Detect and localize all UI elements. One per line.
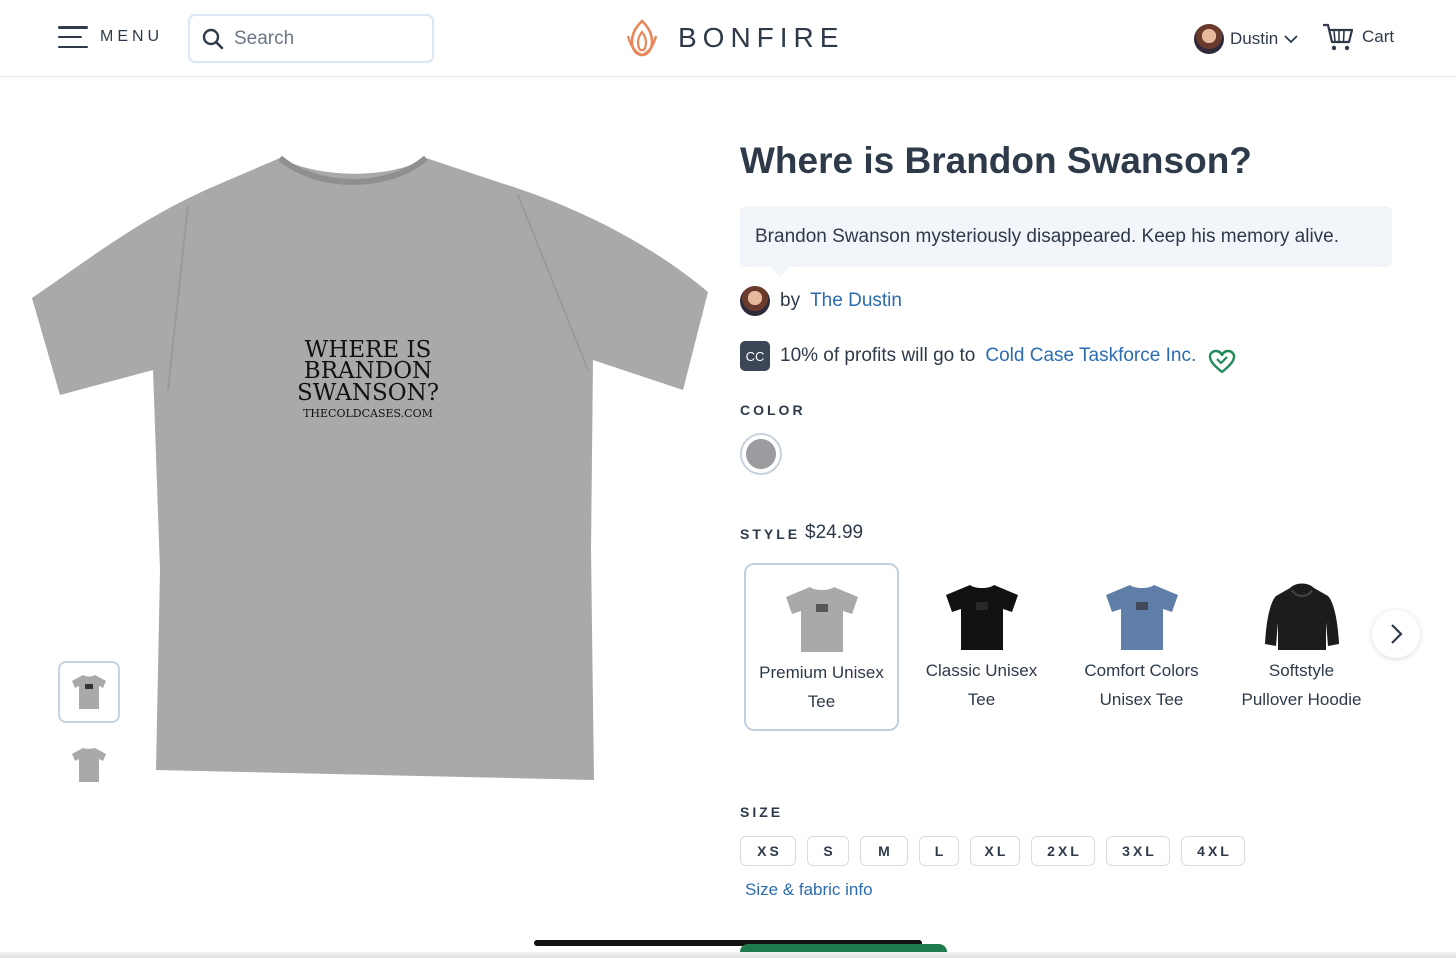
charity-badge: CC: [740, 341, 770, 371]
thumbnail-back-image: [72, 748, 106, 782]
size-option-l[interactable]: L: [919, 836, 959, 866]
creator-link[interactable]: The Dustin: [810, 290, 902, 312]
size-option-2xl[interactable]: 2XL: [1031, 836, 1095, 866]
style-option-3[interactable]: Softstyle Pullover Hoodie: [1224, 563, 1379, 731]
tshirt-shape: [32, 158, 708, 780]
style-option-name: Comfort Colors Unisex Tee: [1084, 661, 1199, 709]
bonfire-logo[interactable]: BONFIRE: [624, 18, 844, 58]
cart-label: Cart: [1362, 27, 1395, 46]
size-option-xs[interactable]: XS: [740, 836, 796, 866]
shirt-print-line4: THECOLDCASES.COM: [303, 407, 433, 420]
cart-button[interactable]: Cart: [1322, 22, 1394, 52]
user-name: Dustin: [1230, 29, 1279, 48]
charity-row: CC 10% of profits will go to Cold Case T…: [740, 337, 1236, 375]
creator-row: by The Dustin: [740, 286, 902, 316]
product-title: Where is Brandon Swanson?: [740, 140, 1252, 181]
style-option-2[interactable]: Comfort Colors Unisex Tee: [1064, 563, 1219, 731]
style-option-0[interactable]: Premium Unisex Tee: [744, 563, 899, 731]
brand-name: BONFIRE: [678, 22, 845, 53]
style-option-name: Classic Unisex Tee: [925, 661, 1038, 709]
size-option-s[interactable]: S: [807, 836, 849, 866]
hamburger-icon: [58, 26, 88, 48]
size-label: SIZE: [740, 804, 784, 820]
by-prefix: by: [780, 290, 801, 311]
thumbnail-front[interactable]: [58, 661, 120, 723]
style-option-1[interactable]: Classic Unisex Tee: [904, 563, 1059, 731]
style-option-name: Softstyle Pullover Hoodie: [1241, 661, 1362, 709]
search-box[interactable]: [188, 14, 434, 63]
avatar: [1194, 24, 1224, 54]
chevron-right-icon: [1391, 624, 1403, 644]
creator-avatar[interactable]: [740, 286, 770, 316]
search-icon: [202, 28, 224, 49]
tee-image: [1102, 581, 1182, 653]
shirt-print-line3: SWANSON?: [297, 380, 439, 406]
style-label: STYLE: [740, 526, 801, 542]
size-option-xl[interactable]: XL: [970, 836, 1020, 866]
hoodie-image: [1262, 581, 1342, 653]
description-text: Brandon Swanson mysteriously disappeared…: [755, 225, 1340, 247]
thumbnail-front-image: [72, 675, 106, 709]
user-menu[interactable]: Dustin: [1194, 24, 1298, 54]
cart-icon: [1323, 23, 1354, 51]
search-input[interactable]: [234, 27, 414, 50]
menu-label: MENU: [100, 28, 164, 45]
size-fabric-info-link[interactable]: Size & fabric info: [745, 880, 873, 900]
thumbnail-back[interactable]: [58, 734, 120, 796]
style-option-name: Premium Unisex Tee: [759, 663, 884, 711]
site-header: MENU BONFIRE Dustin: [0, 0, 1456, 77]
size-option-m[interactable]: M: [860, 836, 908, 866]
color-swatch-grey[interactable]: [740, 433, 782, 475]
size-option-4xl[interactable]: 4XL: [1181, 836, 1245, 866]
color-label: COLOR: [740, 402, 806, 418]
tee-image: [782, 583, 862, 655]
menu-button[interactable]: MENU: [58, 26, 163, 48]
product-image[interactable]: WHERE IS BRANDON SWANSON? THECOLDCASES.C…: [28, 150, 714, 790]
size-option-3xl[interactable]: 3XL: [1106, 836, 1170, 866]
chevron-down-icon: [1284, 35, 1298, 44]
size-options: XS S M L XL 2XL 3XL 4XL: [740, 836, 1245, 866]
heart-icon[interactable]: [1208, 349, 1236, 375]
profits-text: 10% of profits will go to: [780, 345, 976, 366]
style-price: $24.99: [805, 522, 864, 543]
product-description: Brandon Swanson mysteriously disappeared…: [740, 206, 1392, 277]
charity-link[interactable]: Cold Case Taskforce Inc.: [985, 345, 1196, 367]
tee-image: [942, 581, 1022, 653]
flame-icon: [626, 19, 658, 57]
bottom-divider: [0, 952, 1456, 958]
style-next-button[interactable]: [1372, 610, 1420, 658]
